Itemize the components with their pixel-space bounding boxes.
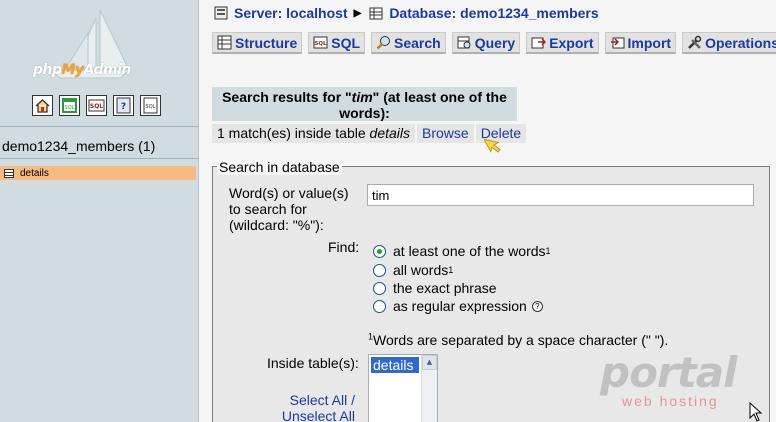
browse-link[interactable]: Browse xyxy=(417,124,474,143)
mouse-cursor-icon xyxy=(749,402,763,422)
select-all-link[interactable]: Select All xyxy=(290,392,348,408)
help-icon[interactable]: ? xyxy=(113,95,134,116)
docs-icon[interactable]: SQL xyxy=(140,95,161,116)
svg-text:?: ? xyxy=(121,102,126,112)
option-label: all words xyxy=(393,262,449,278)
server-link[interactable]: Server: localhost xyxy=(234,5,348,21)
results-heading: Search results for "tim" (at least one o… xyxy=(212,87,517,121)
option-label: as regular expression xyxy=(393,298,527,314)
radio-button[interactable] xyxy=(373,263,386,277)
sql-icon: SQL xyxy=(313,36,328,49)
footnote: 1Words are separated by a space characte… xyxy=(368,331,669,348)
tab-sql[interactable]: SQL SQL xyxy=(308,32,366,54)
match-count: 1 match(es) inside table details xyxy=(212,124,415,143)
radio-button[interactable] xyxy=(373,244,386,258)
nav-divider xyxy=(0,126,199,127)
inside-tables-label: Inside table(s): xyxy=(267,355,359,371)
search-words-input[interactable] xyxy=(367,184,754,206)
tab-label[interactable]: Query xyxy=(475,35,515,51)
database-name[interactable]: demo1234_members (1) xyxy=(2,138,155,154)
table-option-details[interactable]: details xyxy=(371,357,419,373)
tab-search[interactable]: Search xyxy=(371,32,446,54)
navigation-frame: phpMyAdmin SQL SQL ? SQL demo1234_member… xyxy=(0,0,199,422)
scrollbar[interactable]: ▲ xyxy=(421,355,437,422)
watermark-subtitle: web hosting xyxy=(622,393,719,409)
query-window-icon[interactable]: SQL xyxy=(59,95,80,116)
nav-divider xyxy=(0,158,199,159)
fieldset-legend: Search in database xyxy=(217,159,342,175)
search-icon xyxy=(376,36,391,50)
table-label[interactable]: details xyxy=(20,168,49,179)
sidebar-item-details[interactable]: details xyxy=(0,166,196,180)
tables-multiselect[interactable]: details ▲ xyxy=(368,354,438,422)
tab-label[interactable]: Search xyxy=(394,35,441,51)
match-table: details xyxy=(369,125,410,141)
svg-text:SQL: SQL xyxy=(90,103,103,110)
option-label: at least one of the words xyxy=(393,243,546,259)
svg-text:SQL: SQL xyxy=(315,41,328,47)
structure-icon xyxy=(217,35,232,50)
breadcrumb: Server: localhost ▶ Database: demo1234_m… xyxy=(214,5,599,21)
tab-label[interactable]: Import xyxy=(628,35,672,51)
tab-operations[interactable]: Operations xyxy=(682,32,776,54)
operations-icon xyxy=(688,35,702,49)
find-label: Find: xyxy=(328,239,360,255)
portal-watermark-logo: portal web hosting xyxy=(600,352,750,412)
tab-label[interactable]: Export xyxy=(549,35,593,51)
nav-icon-bar: SQL SQL ? SQL xyxy=(32,95,161,116)
query-icon xyxy=(457,36,471,49)
tab-label[interactable]: SQL xyxy=(331,35,360,51)
database-link[interactable]: Database: demo1234_members xyxy=(389,5,598,21)
tab-export[interactable]: Export xyxy=(526,32,599,54)
option-all-words[interactable]: all words 1 xyxy=(373,262,453,278)
words-label: Word(s) or value(s) to search for (wildc… xyxy=(229,185,349,233)
import-icon xyxy=(610,37,625,49)
option-label: the exact phrase xyxy=(393,280,497,296)
scroll-up-icon[interactable]: ▲ xyxy=(422,355,437,370)
tab-bar: Structure SQL SQL Search Query Export Im… xyxy=(212,32,776,54)
option-exact-phrase[interactable]: the exact phrase xyxy=(373,280,497,296)
help-icon[interactable]: ? xyxy=(531,300,543,312)
radio-button[interactable] xyxy=(373,299,386,313)
tab-structure[interactable]: Structure xyxy=(212,32,303,54)
tab-label[interactable]: Structure xyxy=(235,35,297,51)
tab-import[interactable]: Import xyxy=(604,32,677,54)
pointer-hand-cursor-icon xyxy=(484,138,501,153)
tab-label[interactable]: Operations xyxy=(705,35,776,51)
unselect-all-link[interactable]: Unselect All xyxy=(282,408,355,422)
svg-text:SQL: SQL xyxy=(65,105,75,111)
export-icon xyxy=(531,37,547,49)
radio-button[interactable] xyxy=(373,281,386,295)
database-icon xyxy=(369,7,383,20)
server-icon xyxy=(214,6,228,20)
breadcrumb-arrow-icon: ▶ xyxy=(353,7,362,19)
option-regular-expression[interactable]: as regular expression ? xyxy=(373,298,543,314)
tab-query[interactable]: Query xyxy=(451,32,521,54)
svg-text:SQL: SQL xyxy=(146,104,156,110)
sql-icon[interactable]: SQL xyxy=(86,95,107,116)
select-links: Select All / Unselect All xyxy=(281,392,355,422)
phpmyadmin-logo-text[interactable]: phpMyAdmin xyxy=(33,62,131,78)
results-row: 1 match(es) inside table details Browse … xyxy=(212,124,528,143)
table-icon[interactable] xyxy=(4,168,14,178)
search-term: tim xyxy=(351,89,373,105)
watermark-brand: portal xyxy=(600,348,737,397)
home-icon[interactable] xyxy=(32,95,53,116)
option-at-least-one-word[interactable]: at least one of the words 1 xyxy=(373,243,551,259)
